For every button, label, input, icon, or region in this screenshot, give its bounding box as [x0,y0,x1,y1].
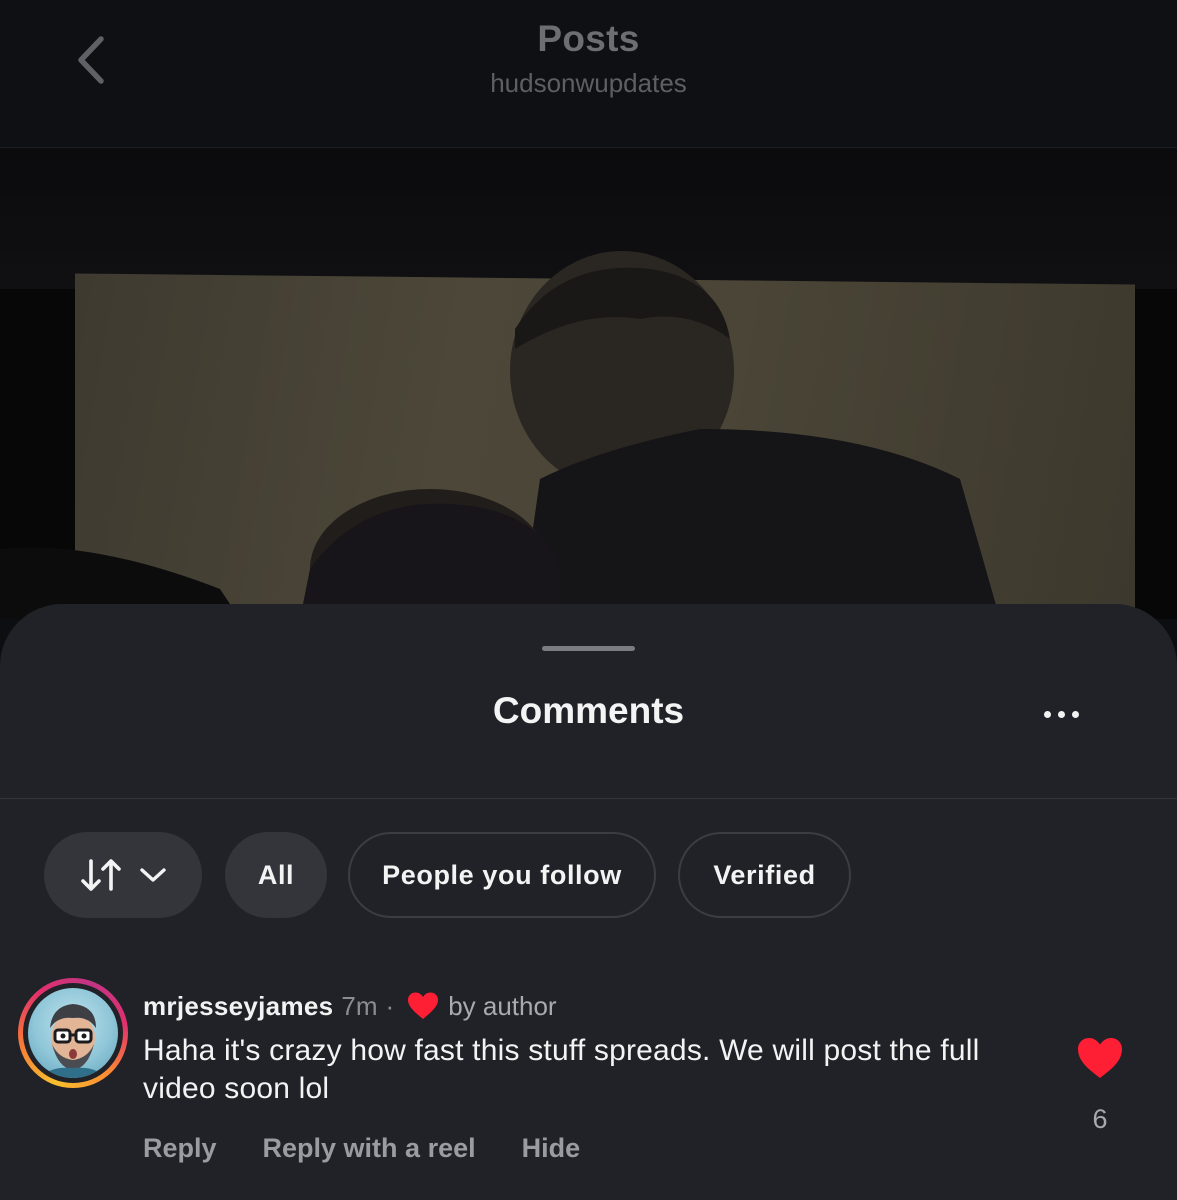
avatar-story-ring[interactable] [18,978,128,1088]
instagram-comments-screen: Posts hudsonwupdates Comments All People… [0,0,1177,1200]
comment-text: Haha it's crazy how fast this stuff spre… [143,1034,980,1105]
chevron-down-icon [140,868,166,882]
comment-actions: Reply Reply with a reel Hide [143,1128,626,1168]
heart-icon [408,992,439,1019]
hide-button[interactable]: Hide [522,1133,581,1164]
comment-filter-chips: All People you follow Verified [44,832,1154,918]
sheet-grabber-handle[interactable] [542,646,635,651]
comments-sheet: Comments All People you follow Verified [0,604,1177,1200]
filter-verified-chip[interactable]: Verified [678,832,851,918]
comment-username[interactable]: mrjesseyjames [143,991,333,1022]
comment-timestamp: 7m [341,990,378,1021]
cartoon-avatar-image [43,1004,103,1078]
comment-header: mrjesseyjames 7m · by author [143,986,557,1026]
more-options-button[interactable] [1030,696,1092,732]
liked-by-author-label: by author [448,990,557,1021]
reply-button[interactable]: Reply [143,1133,217,1164]
top-navigation-bar: Posts hudsonwupdates [0,0,1177,148]
divider [0,798,1177,799]
sort-button[interactable] [44,832,202,918]
more-dot-icon [1071,710,1079,718]
account-username: hudsonwupdates [490,68,687,98]
avatar [28,988,118,1078]
comments-title: Comments [492,690,685,731]
like-count: 6 [1092,1104,1108,1134]
video-people-silhouette [0,251,1000,619]
comment-item: mrjesseyjames 7m · by author Haha it's c… [0,976,1177,1196]
post-video-frame[interactable] [0,149,1177,619]
more-dot-icon [1043,710,1051,718]
like-heart-button[interactable] [1075,1036,1125,1080]
reply-with-reel-button[interactable]: Reply with a reel [263,1133,476,1164]
separator-dot: · [385,990,395,1021]
sort-arrows-icon [81,859,121,891]
filter-people-you-follow-chip[interactable]: People you follow [348,832,656,918]
filter-all-chip[interactable]: All [225,832,327,918]
more-dot-icon [1057,710,1065,718]
page-title: Posts [537,18,640,59]
